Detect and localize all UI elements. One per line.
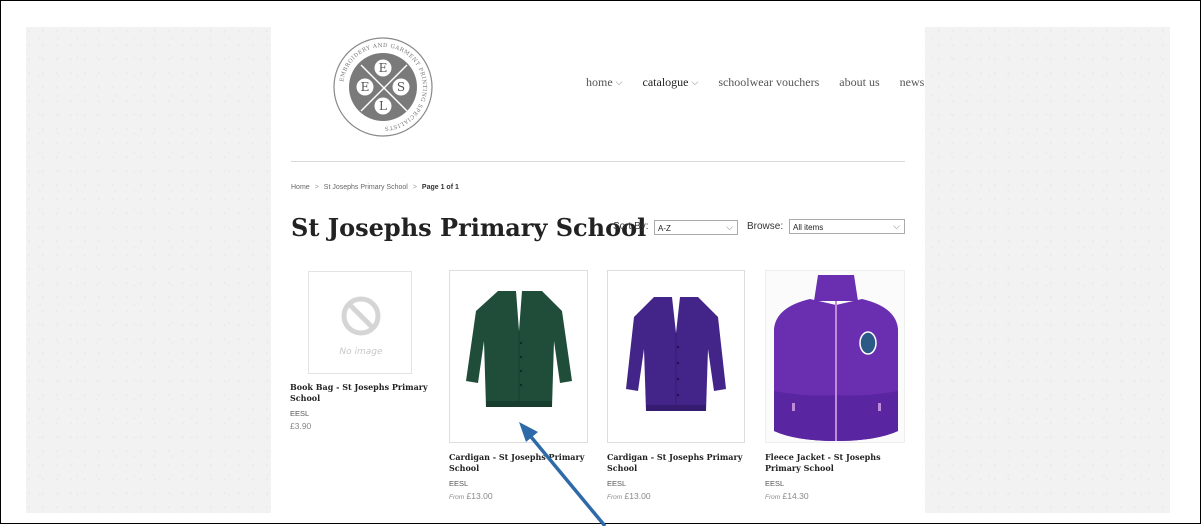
annotation-arrow-icon	[519, 422, 607, 526]
